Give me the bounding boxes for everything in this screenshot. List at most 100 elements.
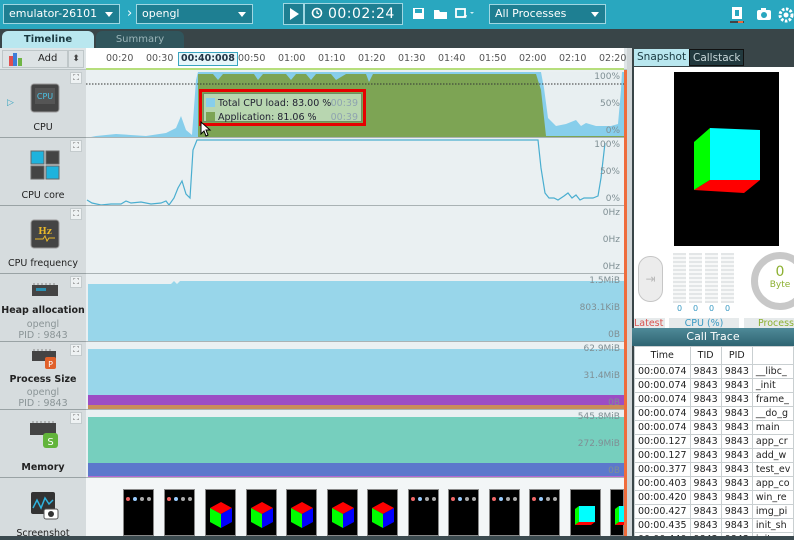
table-row[interactable]: 00:00.127 9843 9843 add_w: [634, 448, 794, 463]
cpu-core-bar: [705, 253, 718, 303]
process-select[interactable]: opengl: [136, 4, 253, 24]
device-screenshot[interactable]: [674, 72, 779, 246]
table-row[interactable]: 00:00.127 9843 9843 app_cr: [634, 434, 794, 449]
axis-label: 803.1KiB: [579, 303, 620, 313]
call-trace-table[interactable]: Time TID PID 00:00.074 9843 9843 __libc_ 00:…: [634, 346, 794, 536]
table-cell: 00:00.435: [634, 518, 691, 533]
row-label-process-size[interactable]: P Process Size opengl PID : 9843 ⛶: [0, 342, 86, 410]
process-filter-value: All Processes: [495, 7, 567, 20]
table-cell: 9843: [720, 420, 753, 435]
table-row[interactable]: 00:00.377 9843 9843 test_ev: [634, 462, 794, 477]
report-icon[interactable]: [729, 5, 745, 25]
table-row[interactable]: 00:00.074 9843 9843 __do_g: [634, 406, 794, 421]
table-cell: 9843: [689, 434, 722, 449]
table-row[interactable]: 00:00.420 9843 9843 win_re: [634, 490, 794, 505]
table-row[interactable]: 00:00.074 9843 9843 __libc_: [634, 364, 794, 379]
latest-button[interactable]: ⇥: [638, 256, 663, 302]
screenshot-thumbnail[interactable]: [367, 489, 398, 536]
save-icon[interactable]: [412, 7, 425, 20]
column-function[interactable]: [751, 346, 794, 365]
memory-chart[interactable]: 545.8MiB 272.9MiB 0B: [86, 410, 624, 478]
table-row[interactable]: 00:00.435 9843 9843 init_sh: [634, 518, 794, 533]
capture-icon[interactable]: [455, 7, 475, 20]
table-row[interactable]: 00:00.074 9843 9843 main: [634, 420, 794, 435]
ruler-tick: 01:50: [479, 53, 507, 64]
table-cell: 00:00.074: [634, 406, 691, 421]
column-pid[interactable]: PID: [720, 346, 753, 365]
row-label-heap-allocation[interactable]: Heap allocation opengl PID : 9843 ⛶: [0, 274, 86, 342]
ruler-tick: 00:50: [238, 53, 266, 64]
legend-swatch-total: [206, 98, 215, 107]
tooltip-total-time: 00:39: [330, 98, 358, 109]
screenshot-thumbnail[interactable]: [570, 489, 601, 536]
tab-timeline[interactable]: Timeline: [2, 31, 94, 48]
screenshot-thumbnail[interactable]: [327, 489, 358, 536]
table-row[interactable]: 00:00.44098439843init_m: [634, 532, 794, 536]
cpu-frequency-chart[interactable]: 0Hz 0Hz 0Hz: [86, 206, 624, 274]
axis-label: 1.5MiB: [589, 276, 620, 286]
row-label-cpu-frequency[interactable]: Hz CPU frequency ⛶: [0, 206, 86, 274]
time-ruler[interactable]: 00:40:008 00:20 00:30 00:50 01:00 01:10 01:20…: [86, 48, 626, 70]
process-name: opengl: [26, 387, 60, 398]
process-name: opengl: [26, 319, 60, 330]
table-cell: 00:00.127: [634, 448, 691, 463]
row-label-screenshot[interactable]: Screenshot: [0, 478, 86, 539]
table-cell: 00:00.377: [634, 462, 691, 477]
open-folder-icon[interactable]: [433, 7, 448, 20]
maximize-icon[interactable]: ⛶: [70, 72, 82, 84]
table-cell: app_co: [751, 476, 794, 491]
row-label-cpu[interactable]: ▷ CPU CPU ⛶: [0, 70, 86, 138]
table-cell: 9843: [720, 490, 753, 505]
play-icon: [290, 8, 299, 20]
maximize-icon[interactable]: ⛶: [70, 412, 82, 424]
cpu-core-line: [86, 139, 606, 205]
screenshot-thumbnail[interactable]: [164, 489, 195, 536]
table-cell: 9843: [720, 448, 753, 463]
add-label: Add: [38, 53, 58, 64]
process-filter-select[interactable]: All Processes: [489, 4, 606, 24]
row-label-cpu-core[interactable]: CPU core ⛶: [0, 138, 86, 206]
screenshot-thumbnail[interactable]: [246, 489, 277, 536]
column-tid[interactable]: TID: [689, 346, 722, 365]
table-row[interactable]: 00:00.074 9843 9843 _init: [634, 378, 794, 393]
table-row[interactable]: 00:00.403 9843 9843 app_co: [634, 476, 794, 491]
maximize-icon[interactable]: ⛶: [70, 140, 82, 152]
screenshot-thumbnail[interactable]: [123, 489, 154, 536]
screenshot-thumbnail[interactable]: [286, 489, 317, 536]
screenshot-thumbnail[interactable]: [408, 489, 439, 536]
play-button[interactable]: [283, 3, 304, 25]
maximize-icon[interactable]: ⛶: [70, 344, 82, 356]
table-cell: 9843: [689, 462, 722, 477]
table-cell: 9843: [689, 532, 722, 536]
tab-summary[interactable]: Summary: [96, 31, 184, 48]
tab-callstack[interactable]: Callstack: [689, 49, 745, 66]
device-select[interactable]: emulator-26101: [3, 4, 120, 24]
screenshot-thumbnail[interactable]: [489, 489, 520, 536]
right-panel: Snapshot Callstack ⇥ 0 0 0 0 0 Byte Late…: [632, 48, 794, 536]
process-size-chart[interactable]: 62.9MiB 31.4MiB 0B: [86, 342, 624, 410]
tooltip-total-row: Total CPU load: 83.00 % 00:39: [206, 97, 364, 110]
add-chart-button[interactable]: Add: [2, 50, 68, 68]
row-label-memory[interactable]: S Memory ⛶: [0, 410, 86, 478]
screenshot-thumbnail[interactable]: [610, 489, 635, 536]
maximize-icon[interactable]: ⛶: [70, 276, 82, 288]
frequency-icon: Hz: [30, 219, 60, 249]
toolbar: emulator-26101 › opengl 00:02:24 All Pro…: [0, 0, 794, 29]
tooltip-app-row: Application: 81.06 % 00:39: [206, 111, 364, 124]
row-label-text: Heap allocation: [1, 305, 85, 316]
cpu-core-chart[interactable]: 100% 50% 0%: [86, 138, 624, 206]
screenshot-thumbnail[interactable]: [529, 489, 560, 536]
maximize-icon[interactable]: ⛶: [70, 208, 82, 220]
expand-arrow-icon[interactable]: ▷: [7, 98, 14, 108]
screenshot-thumbnail[interactable]: [448, 489, 479, 536]
reorder-button[interactable]: ⬍: [68, 50, 84, 68]
table-row[interactable]: 00:00.074 9843 9843 frame_: [634, 392, 794, 407]
table-row[interactable]: 00:00.427 9843 9843 img_pi: [634, 504, 794, 519]
screenshot-thumbnail[interactable]: [205, 489, 236, 536]
heap-allocation-chart[interactable]: 1.5MiB 803.1KiB 0B: [86, 274, 624, 342]
camera-icon[interactable]: [756, 7, 772, 21]
column-time[interactable]: Time: [634, 346, 691, 365]
tab-snapshot[interactable]: Snapshot: [634, 49, 690, 66]
settings-icon[interactable]: [778, 7, 794, 23]
chevron-down-icon: [238, 12, 246, 17]
